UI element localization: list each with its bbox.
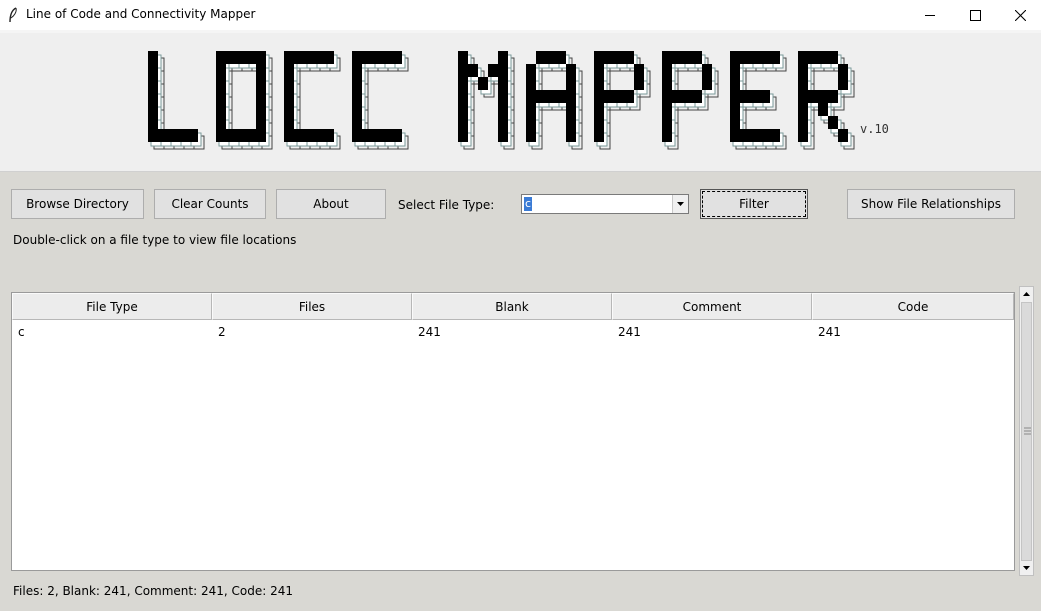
- minimize-button[interactable]: [907, 0, 953, 30]
- column-header-blank[interactable]: Blank: [412, 293, 612, 320]
- chevron-down-icon: [677, 202, 684, 206]
- arrow-up-icon: [1023, 292, 1030, 296]
- close-button[interactable]: [997, 0, 1041, 30]
- arrow-down-icon: [1023, 566, 1030, 570]
- grip-icon: [1024, 427, 1031, 435]
- scroll-down-button[interactable]: [1020, 561, 1033, 575]
- cell-files: 2: [218, 325, 226, 339]
- filter-button[interactable]: Filter: [700, 189, 808, 219]
- table-header: File Type Files Blank Comment Code: [12, 293, 1014, 320]
- maximize-icon: [969, 9, 981, 21]
- cell-blank: 241: [418, 325, 441, 339]
- browse-directory-button[interactable]: Browse Directory: [11, 189, 144, 219]
- about-button[interactable]: About: [276, 189, 386, 219]
- table-scrollbar[interactable]: [1019, 286, 1034, 576]
- version-label: v.10: [860, 122, 889, 136]
- file-type-value: c: [524, 197, 533, 211]
- banner: v.10: [0, 30, 1041, 172]
- file-type-label: Select File Type:: [398, 198, 495, 212]
- title-bar: Line of Code and Connectivity Mapper: [0, 0, 1041, 30]
- locc-mapper-logo: [148, 51, 855, 150]
- scroll-thumb[interactable]: [1021, 302, 1032, 561]
- table-row[interactable]: c 2 241 241 241: [12, 323, 1014, 341]
- dropdown-arrow-button[interactable]: [672, 195, 688, 213]
- file-type-select[interactable]: c: [521, 194, 689, 214]
- cell-file-type: c: [18, 325, 25, 339]
- close-icon: [1014, 9, 1026, 21]
- window-title: Line of Code and Connectivity Mapper: [26, 7, 256, 21]
- cell-code: 241: [818, 325, 841, 339]
- file-type-table[interactable]: File Type Files Blank Comment Code c 2 2…: [11, 292, 1015, 571]
- column-header-code[interactable]: Code: [812, 293, 1014, 320]
- status-bar: Files: 2, Blank: 241, Comment: 241, Code…: [13, 584, 293, 598]
- minimize-icon: [924, 14, 935, 16]
- column-header-files[interactable]: Files: [212, 293, 412, 320]
- feather-icon: [9, 7, 17, 23]
- scroll-up-button[interactable]: [1020, 287, 1033, 301]
- cell-comment: 241: [618, 325, 641, 339]
- maximize-button[interactable]: [952, 0, 998, 30]
- column-header-file-type[interactable]: File Type: [12, 293, 212, 320]
- column-header-comment[interactable]: Comment: [612, 293, 812, 320]
- clear-counts-button[interactable]: Clear Counts: [154, 189, 266, 219]
- hint-text: Double-click on a file type to view file…: [13, 233, 297, 247]
- show-file-relationships-button[interactable]: Show File Relationships: [847, 189, 1015, 219]
